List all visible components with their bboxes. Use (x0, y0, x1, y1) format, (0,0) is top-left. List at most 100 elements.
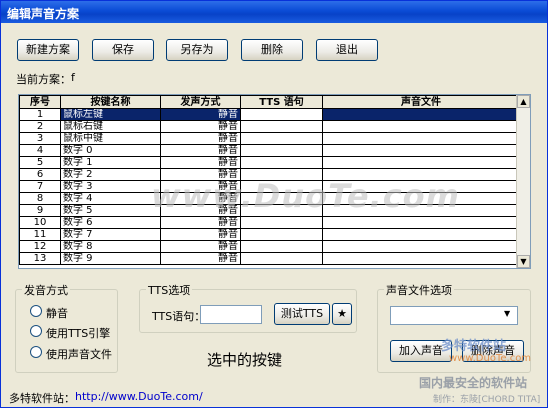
cell-file[interactable] (322, 252, 520, 265)
new-scheme-button[interactable]: 新建方案 (17, 39, 79, 61)
cell-file[interactable] (322, 168, 520, 181)
cell-mode[interactable]: 静音 (160, 108, 241, 121)
cell-num[interactable]: 8 (19, 192, 61, 205)
table-row[interactable]: 2 鼠标右键 静音 (19, 120, 520, 133)
cell-tts[interactable] (240, 204, 323, 217)
radio-sound-file-label[interactable]: 使用声音文件 (46, 346, 112, 362)
cell-mode[interactable]: 静音 (160, 156, 241, 169)
cell-num[interactable]: 4 (19, 144, 61, 157)
cell-file[interactable] (322, 132, 520, 145)
cell-mode[interactable]: 静音 (160, 132, 241, 145)
cell-num[interactable]: 13 (19, 252, 61, 265)
radio-silent[interactable] (30, 305, 42, 317)
table-row[interactable]: 8 数字 4 静音 (19, 192, 520, 205)
save-as-button[interactable]: 另存为 (166, 39, 228, 61)
scroll-down-icon[interactable]: ▼ (517, 255, 530, 268)
cell-key[interactable]: 数字 2 (60, 168, 161, 181)
col-header-num[interactable]: 序号 (19, 95, 61, 109)
cell-tts[interactable] (240, 228, 323, 241)
cell-key[interactable]: 数字 7 (60, 228, 161, 241)
cell-tts[interactable] (240, 240, 323, 253)
cell-tts[interactable] (240, 120, 323, 133)
table-row[interactable]: 9 数字 5 静音 (19, 204, 520, 217)
grid-vertical-scrollbar[interactable]: ▲ ▼ (516, 95, 530, 268)
cell-key[interactable]: 鼠标左键 (60, 108, 161, 121)
cell-file[interactable] (322, 192, 520, 205)
radio-tts-engine-label[interactable]: 使用TTS引擎 (46, 325, 110, 341)
cell-tts[interactable] (240, 144, 323, 157)
cell-file[interactable] (322, 204, 520, 217)
cell-mode[interactable]: 静音 (160, 228, 241, 241)
radio-tts-engine[interactable] (30, 325, 42, 337)
cell-key[interactable]: 数字 3 (60, 180, 161, 193)
cell-mode[interactable]: 静音 (160, 168, 241, 181)
cell-tts[interactable] (240, 156, 323, 169)
cell-key[interactable]: 鼠标右键 (60, 120, 161, 133)
cell-key[interactable]: 数字 4 (60, 192, 161, 205)
table-row[interactable]: 12 数字 8 静音 (19, 240, 520, 253)
table-row[interactable]: 11 数字 7 静音 (19, 228, 520, 241)
cell-file[interactable] (322, 240, 520, 253)
cell-num[interactable]: 11 (19, 228, 61, 241)
cell-key[interactable]: 数字 1 (60, 156, 161, 169)
tts-input[interactable] (200, 305, 262, 324)
cell-key[interactable]: 数字 8 (60, 240, 161, 253)
cell-mode[interactable]: 静音 (160, 252, 241, 265)
cell-tts[interactable] (240, 180, 323, 193)
cell-tts[interactable] (240, 132, 323, 145)
cell-tts[interactable] (240, 252, 323, 265)
cell-file[interactable] (322, 180, 520, 193)
sound-file-select[interactable] (390, 306, 518, 325)
scroll-up-icon[interactable]: ▲ (517, 95, 530, 108)
table-row[interactable]: 6 数字 2 静音 (19, 168, 520, 181)
col-header-mode[interactable]: 发声方式 (160, 95, 241, 109)
delete-button[interactable]: 删除 (241, 39, 303, 61)
cell-tts[interactable] (240, 216, 323, 229)
star-button[interactable]: ★ (332, 303, 352, 325)
cell-num[interactable]: 3 (19, 132, 61, 145)
cell-mode[interactable]: 静音 (160, 240, 241, 253)
table-row[interactable]: 10 数字 6 静音 (19, 216, 520, 229)
table-row[interactable]: 3 鼠标中键 静音 (19, 132, 520, 145)
key-sound-grid[interactable]: 序号 按键名称 发声方式 TTS 语句 声音文件 1 鼠标左键 静音 2 鼠标右键 静音 3… (18, 94, 531, 269)
cell-file[interactable] (322, 216, 520, 229)
cell-num[interactable]: 2 (19, 120, 61, 133)
cell-tts[interactable] (240, 168, 323, 181)
exit-button[interactable]: 退出 (316, 39, 378, 61)
table-row[interactable]: 5 数字 1 静音 (19, 156, 520, 169)
chevron-down-icon[interactable]: ▼ (504, 309, 510, 318)
cell-tts[interactable] (240, 108, 323, 121)
cell-key[interactable]: 鼠标中键 (60, 132, 161, 145)
cell-mode[interactable]: 静音 (160, 180, 241, 193)
cell-num[interactable]: 12 (19, 240, 61, 253)
cell-num[interactable]: 10 (19, 216, 61, 229)
test-tts-button[interactable]: 测试TTS (274, 303, 330, 325)
col-header-tts[interactable]: TTS 语句 (240, 95, 323, 109)
footer-site-link[interactable]: http://www.DuoTe.com/ (75, 390, 203, 403)
radio-silent-label[interactable]: 静音 (46, 305, 68, 321)
cell-num[interactable]: 6 (19, 168, 61, 181)
cell-file[interactable] (322, 156, 520, 169)
table-row[interactable]: 13 数字 9 静音 (19, 252, 520, 265)
cell-tts[interactable] (240, 192, 323, 205)
cell-mode[interactable]: 静音 (160, 204, 241, 217)
cell-key[interactable]: 数字 6 (60, 216, 161, 229)
table-row[interactable]: 7 数字 3 静音 (19, 180, 520, 193)
cell-key[interactable]: 数字 9 (60, 252, 161, 265)
cell-mode[interactable]: 静音 (160, 120, 241, 133)
cell-num[interactable]: 9 (19, 204, 61, 217)
save-button[interactable]: 保存 (92, 39, 154, 61)
col-header-file[interactable]: 声音文件 (322, 95, 520, 109)
cell-num[interactable]: 7 (19, 180, 61, 193)
col-header-key[interactable]: 按键名称 (60, 95, 161, 109)
cell-file[interactable] (322, 144, 520, 157)
cell-key[interactable]: 数字 0 (60, 144, 161, 157)
cell-file[interactable] (322, 108, 520, 121)
cell-mode[interactable]: 静音 (160, 192, 241, 205)
cell-key[interactable]: 数字 5 (60, 204, 161, 217)
table-row[interactable]: 4 数字 0 静音 (19, 144, 520, 157)
cell-mode[interactable]: 静音 (160, 216, 241, 229)
cell-file[interactable] (322, 228, 520, 241)
table-row[interactable]: 1 鼠标左键 静音 (19, 108, 520, 121)
cell-mode[interactable]: 静音 (160, 144, 241, 157)
